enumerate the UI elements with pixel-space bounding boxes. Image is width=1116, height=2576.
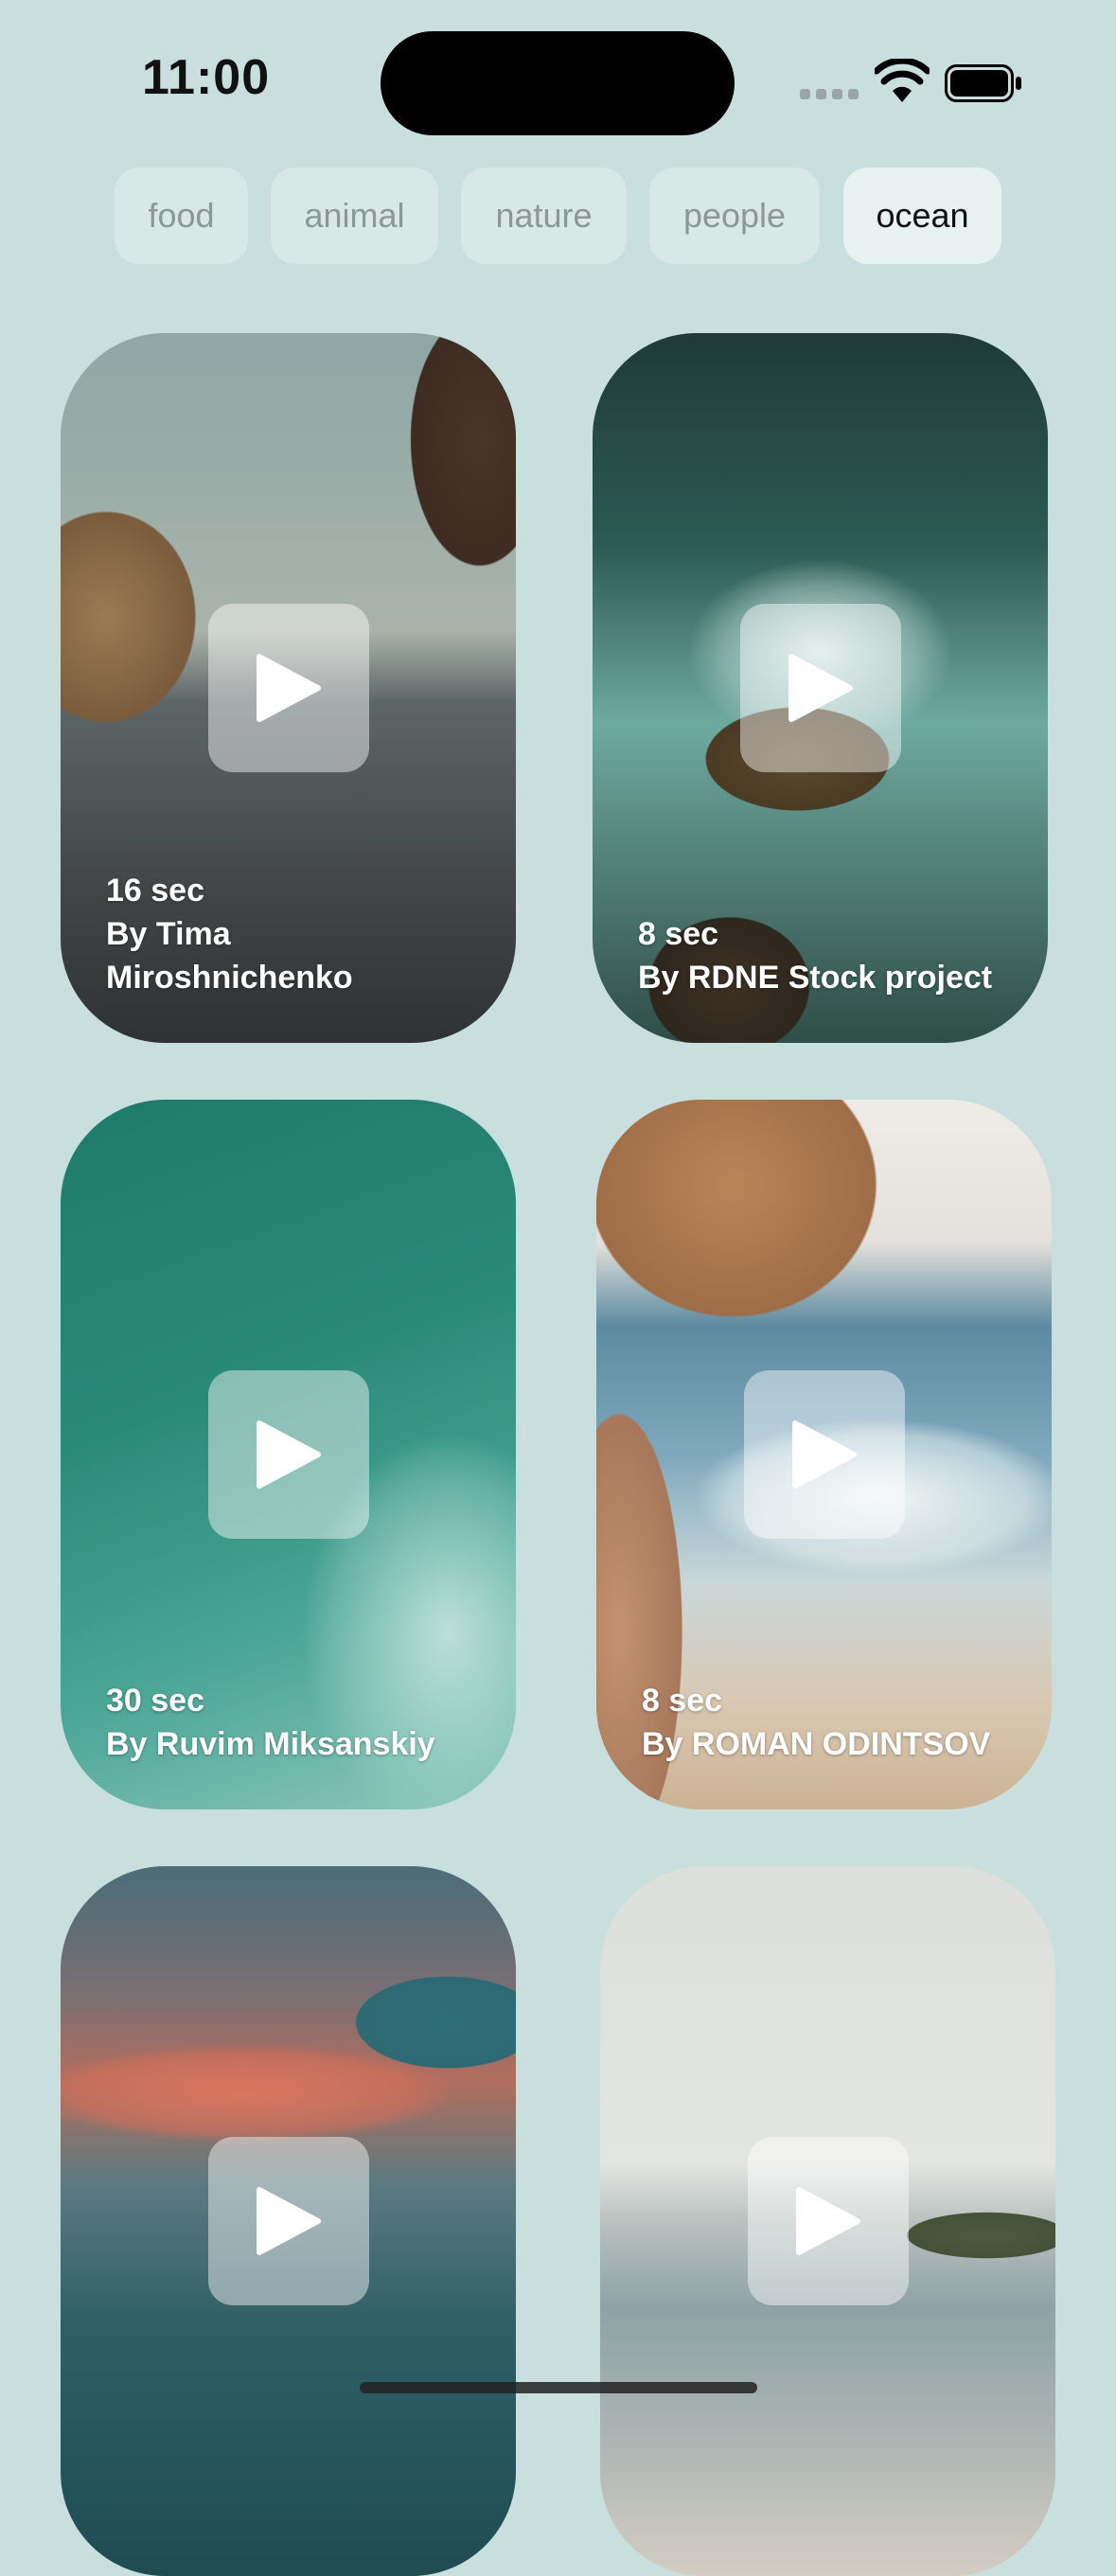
video-author: By Ruvim Miksanskiy [106,1726,435,1762]
play-button[interactable] [743,1370,905,1539]
video-card[interactable]: 8 sec By ROMAN ODINTSOV [596,1100,1052,1809]
home-indicator[interactable] [360,2382,757,2393]
video-caption: 8 sec By ROMAN ODINTSOV [642,1679,1033,1766]
video-caption: 8 sec By RDNE Stock project [638,912,1029,999]
play-icon [788,654,853,722]
dynamic-island [381,31,735,135]
play-icon [795,2187,860,2255]
video-author: Miroshnichenko [106,960,353,996]
play-icon [256,2187,321,2255]
wifi-icon [875,59,930,102]
tab-animal[interactable]: animal [271,168,438,264]
status-time: 11:00 [142,50,271,105]
category-tabs: food animal nature people ocean [0,168,1116,264]
cellular-signal-icon [800,89,859,99]
play-button[interactable] [207,2137,369,2305]
video-duration: 8 sec [638,916,719,952]
video-author: By RDNE Stock project [638,960,993,996]
video-card[interactable]: 16 sec By Tima Miroshnichenko [61,333,516,1043]
video-card[interactable] [600,1866,1055,2576]
video-card[interactable] [61,1866,516,2576]
video-card[interactable]: 30 sec By Ruvim Miksanskiy [61,1100,516,1809]
tab-people[interactable]: people [649,168,820,264]
tab-nature[interactable]: nature [461,168,627,264]
battery-icon [945,64,1021,102]
tab-ocean[interactable]: ocean [843,168,1001,264]
play-icon [256,1420,321,1489]
play-icon [791,1420,857,1489]
play-button[interactable] [207,1370,369,1539]
play-button[interactable] [207,604,369,772]
video-caption: 16 sec By Tima Miroshnichenko [106,869,497,999]
video-duration: 30 sec [106,1683,204,1719]
video-caption: 30 sec By Ruvim Miksanskiy [106,1679,497,1766]
play-icon [256,654,321,722]
play-button[interactable] [747,2137,909,2305]
tab-food[interactable]: food [115,168,248,264]
video-author: By ROMAN ODINTSOV [642,1726,991,1762]
video-duration: 16 sec [106,873,204,909]
video-card[interactable]: 8 sec By RDNE Stock project [593,333,1048,1043]
play-button[interactable] [739,604,901,772]
video-author: By Tima [106,916,231,952]
video-duration: 8 sec [642,1683,723,1719]
